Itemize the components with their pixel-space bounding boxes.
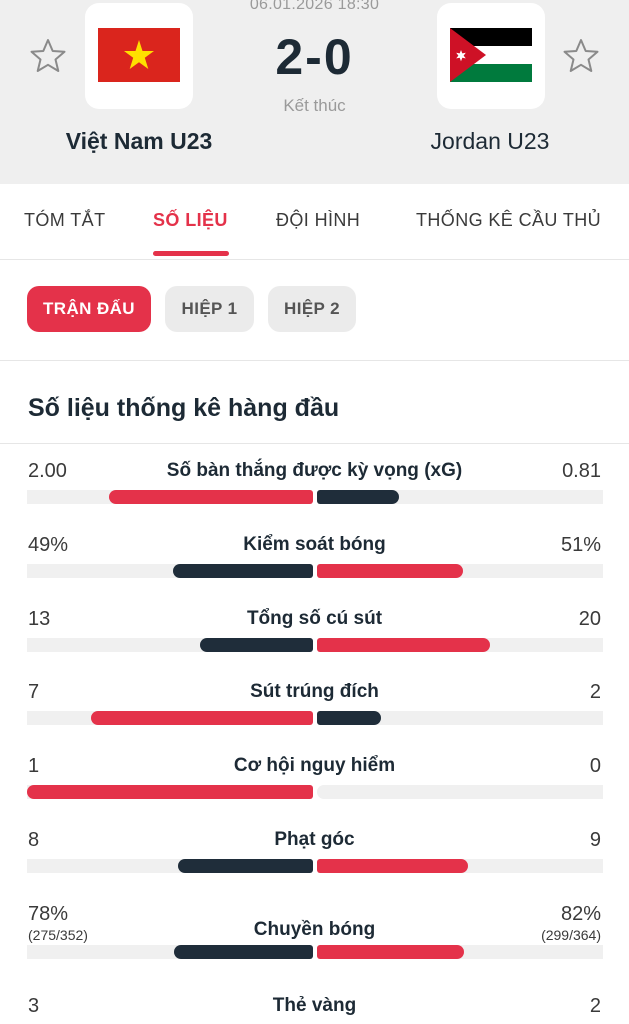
home-bar-fill: [109, 490, 313, 504]
stat-bar-track: [27, 563, 603, 578]
tab-statistics[interactable]: SỐ LIỆU: [153, 210, 228, 231]
away-bar-fill: [317, 859, 468, 873]
away-bar-track: [317, 637, 603, 652]
home-bar-track: [27, 490, 313, 504]
home-bar-track: [27, 944, 313, 959]
stat-row: 49% Kiểm soát bóng 51%: [0, 534, 629, 594]
stat-name: Phạt góc: [274, 829, 355, 850]
star-outline-icon[interactable]: [561, 36, 601, 76]
stat-away-value: 82%: [560, 902, 601, 925]
stat-row: 8 Phạt góc 9: [0, 829, 629, 889]
divider: [0, 443, 629, 444]
away-team-name[interactable]: Jordan U23: [370, 128, 610, 155]
stat-away-value: 51%: [560, 533, 601, 556]
stat-row: 7 Sút trúng đích 2: [0, 681, 629, 741]
stat-home-detail: (275/352): [28, 926, 88, 943]
match-header: 06.01.2026 18:30 2-0 Kết thúc Việt Nam U…: [0, 0, 629, 184]
away-bar-fill: [317, 711, 381, 726]
away-bar-fill: [317, 944, 464, 959]
away-bar-track: [317, 490, 603, 504]
stat-away-value: 0.81: [562, 460, 601, 482]
home-bar-fill: [173, 563, 313, 578]
period-full-match-button[interactable]: TRẬN ĐẤU: [27, 286, 151, 332]
home-bar-fill: [27, 785, 313, 800]
stat-row: 13 Tổng số cú sút 20: [0, 608, 629, 668]
away-bar-track: [317, 711, 603, 726]
home-team-name[interactable]: Việt Nam U23: [19, 128, 259, 155]
period-first-half-button[interactable]: HIỆP 1: [165, 286, 254, 332]
stat-bar-track: [27, 711, 603, 726]
stat-away-value: 2: [589, 994, 601, 1017]
stat-name: Chuyền bóng: [253, 918, 376, 940]
stat-name: Số bàn thắng được kỳ vọng (xG): [166, 460, 463, 481]
period-filter: TRẬN ĐẤU HIỆP 1 HIỆP 2: [0, 261, 629, 361]
home-bar-fill: [174, 944, 313, 959]
stat-name: Kiểm soát bóng: [243, 533, 386, 555]
home-bar-track: [27, 711, 313, 726]
stat-name: Cơ hội nguy hiểm: [233, 755, 396, 777]
section-title: Số liệu thống kê hàng đầu: [28, 394, 340, 422]
stat-away-value: 0: [589, 755, 601, 778]
stat-row: 3 Thẻ vàng 2: [0, 995, 629, 1024]
home-bar-fill: [91, 711, 313, 726]
home-bar-track: [27, 785, 313, 800]
stat-row: 78% Chuyền bóng 82% (275/352) (299/364): [0, 903, 629, 963]
stat-away-value: 2: [589, 681, 601, 704]
stat-row: 2.00 Số bàn thắng được kỳ vọng (xG) 0.81: [0, 460, 629, 520]
home-bar-fill: [178, 859, 313, 873]
tab-player-stats[interactable]: THỐNG KÊ CẦU THỦ: [416, 210, 601, 231]
away-team-crest[interactable]: [437, 3, 545, 109]
stat-bar-track: [27, 785, 603, 800]
stat-name: Sút trúng đích: [250, 681, 379, 703]
away-bar-track: [317, 944, 603, 959]
stat-bar-track: [27, 490, 603, 504]
active-tab-indicator: [153, 251, 229, 256]
stat-bar-track: [27, 859, 603, 873]
tab-lineups[interactable]: ĐỘI HÌNH: [276, 210, 360, 231]
jordan-flag-icon: [450, 28, 532, 82]
stat-away-detail: (299/364): [541, 926, 601, 943]
home-bar-track: [27, 859, 313, 873]
stat-row: 1 Cơ hội nguy hiểm 0: [0, 755, 629, 815]
away-bar-track: [317, 859, 603, 873]
period-second-half-button[interactable]: HIỆP 2: [268, 286, 356, 332]
stat-name: Thẻ vàng: [272, 994, 357, 1016]
match-tabs: TÓM TẮT SỐ LIỆU ĐỘI HÌNH THỐNG KÊ CẦU TH…: [0, 184, 629, 260]
stat-bar-track: [27, 637, 603, 652]
away-bar-fill: [317, 490, 399, 504]
away-bar-track: [317, 563, 603, 578]
home-bar-fill: [200, 637, 313, 652]
away-bar-fill: [317, 637, 490, 652]
stat-name: Tổng số cú sút: [246, 607, 383, 629]
home-bar-track: [27, 637, 313, 652]
away-bar-track: [317, 785, 603, 800]
tab-summary[interactable]: TÓM TẮT: [24, 210, 105, 231]
away-bar-fill: [317, 563, 463, 578]
stat-away-value: 9: [589, 829, 601, 851]
stat-bar-track: [27, 944, 603, 959]
home-bar-track: [27, 563, 313, 578]
stat-away-value: 20: [578, 607, 601, 630]
